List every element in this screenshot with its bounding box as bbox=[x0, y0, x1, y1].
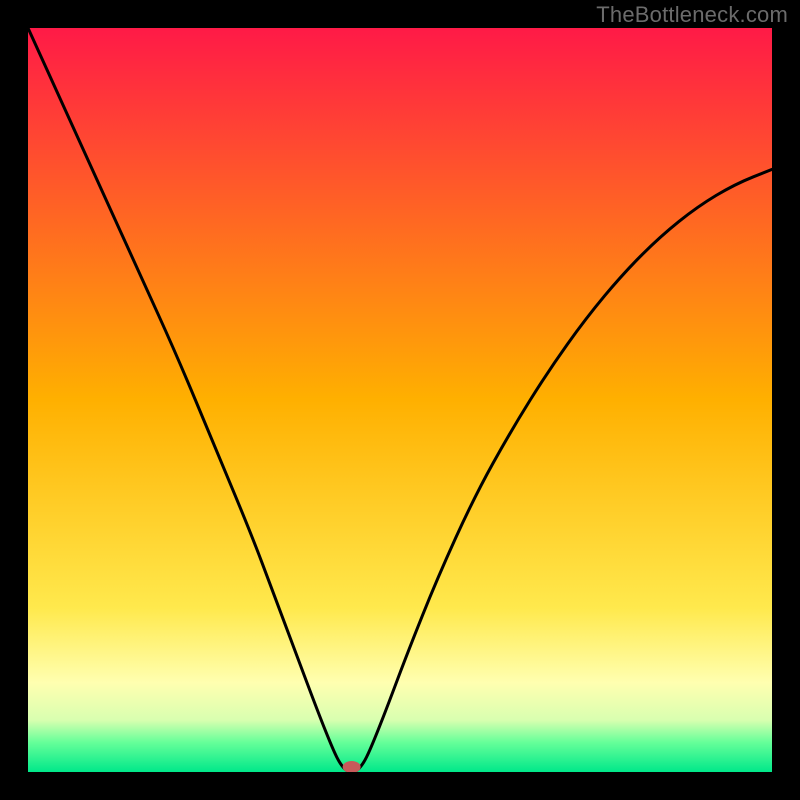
watermark-label: TheBottleneck.com bbox=[596, 2, 788, 28]
chart-frame: TheBottleneck.com bbox=[0, 0, 800, 800]
gradient-background bbox=[28, 28, 772, 772]
chart-svg bbox=[28, 28, 772, 772]
plot-area bbox=[28, 28, 772, 772]
